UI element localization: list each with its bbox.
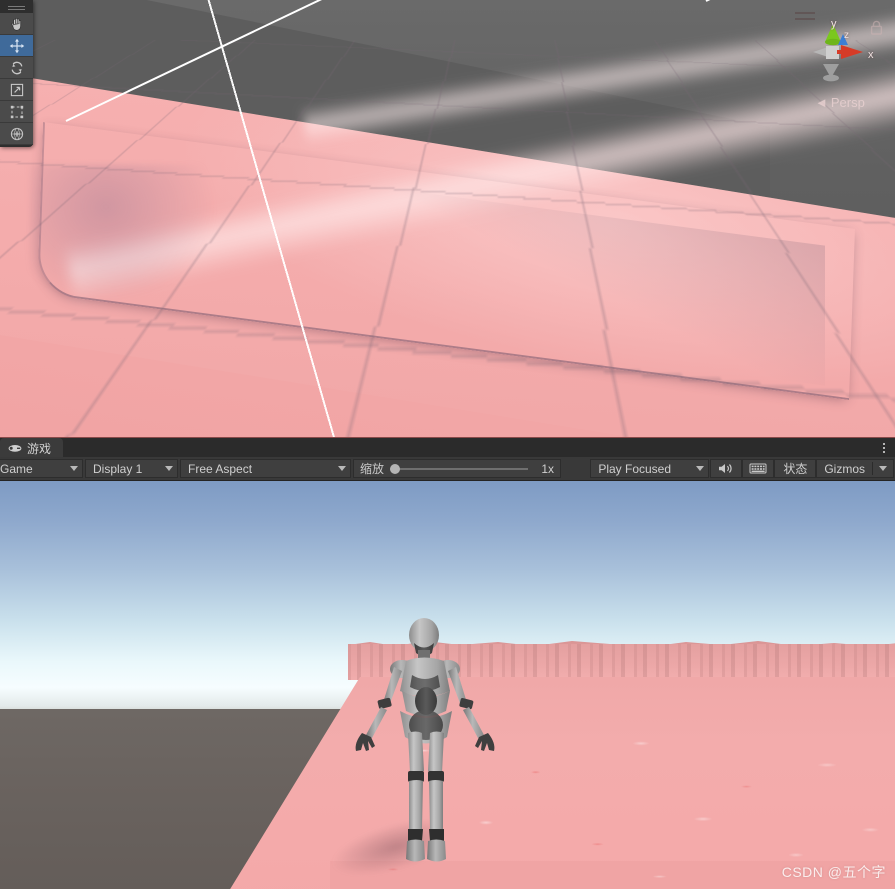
gizmo-projection-toggle[interactable]: ◄ Persp (815, 95, 865, 110)
chevron-down-icon (338, 466, 346, 471)
gizmo-axis-x-label: x (868, 49, 874, 61)
character-thigh-left (408, 731, 424, 773)
scale-slider[interactable] (390, 463, 528, 474)
play-mode-label: Play Focused (598, 461, 672, 476)
gizmos-button[interactable]: Gizmos (816, 459, 894, 478)
gizmo-projection-label: Persp (830, 95, 865, 110)
gizmos-dropdown-arrow[interactable] (873, 466, 893, 471)
game-view-selector-dropdown[interactable]: Game (0, 459, 83, 478)
panel-tab-bar: 游戏 (0, 437, 895, 458)
display-dropdown-label: Display 1 (93, 461, 143, 476)
chevron-down-icon (696, 466, 705, 471)
rect-icon (10, 105, 23, 118)
gizmo-axis-z-label: z (844, 30, 849, 41)
game-view-selector-label: Game (0, 461, 33, 476)
tools-palette-grip[interactable] (0, 0, 33, 13)
scale-icon (10, 83, 23, 96)
gizmos-button-label: Gizmos (824, 461, 865, 476)
lock-icon (870, 20, 883, 35)
game-view[interactable]: CSDN @五个字 (0, 481, 895, 889)
chevron-left-icon: ◄ (815, 95, 828, 110)
gizmo-menu-lines[interactable] (795, 12, 815, 24)
transform-tool-button[interactable] (0, 123, 33, 145)
character-foot-left (406, 839, 425, 862)
chevron-down-icon (879, 466, 887, 471)
terrain-depression (30, 165, 220, 305)
move-icon (9, 38, 24, 53)
watermark-text: CSDN @五个字 (781, 864, 886, 880)
scale-slider-knob[interactable] (390, 463, 401, 474)
chevron-down-icon (70, 466, 78, 471)
rect-tool-button[interactable] (0, 101, 33, 123)
game-view-toolbar: Game Display 1 Free Aspect 缩放 1x Play Fo… (0, 457, 895, 481)
gizmo-lock-button[interactable] (870, 20, 883, 40)
stats-grid-icon (749, 463, 767, 474)
scale-slider-group[interactable]: 缩放 1x (353, 459, 561, 478)
character-head (409, 618, 439, 652)
kebab-menu-icon (883, 443, 885, 445)
gizmo-axis-y-label: y (831, 18, 837, 30)
transform-icon (10, 127, 23, 140)
tab-game[interactable]: 游戏 (0, 438, 64, 458)
rotate-icon (11, 61, 22, 74)
player-character (355, 618, 495, 862)
stats-button[interactable]: 状态 (774, 459, 817, 478)
rotate-tool-button[interactable] (0, 57, 33, 79)
chevron-down-icon (165, 466, 173, 471)
speaker-icon (719, 464, 732, 473)
scene-orientation-gizmo[interactable]: y z x ◄ Persp (789, 6, 883, 110)
tab-bar-spacer (63, 438, 873, 458)
character-foot-right (427, 839, 446, 862)
panel-overflow-menu-button[interactable] (873, 438, 895, 458)
scale-label: 缩放 (360, 462, 385, 476)
character-shin-right (429, 780, 443, 830)
scene-tools-palette[interactable] (0, 0, 33, 147)
play-mode-dropdown[interactable]: Play Focused (590, 459, 710, 478)
stats-grid-button[interactable] (742, 459, 775, 478)
unity-editor-window: y z x ◄ Persp 游戏 Game Display 1 Free Asp… (0, 0, 895, 889)
hand-icon (11, 17, 21, 31)
scale-tool-button[interactable] (0, 79, 33, 101)
tab-game-label: 游戏 (27, 441, 52, 456)
mute-audio-button[interactable] (710, 459, 743, 478)
scale-value: 1x (541, 461, 554, 476)
stats-button-label: 状态 (783, 462, 808, 476)
aspect-ratio-dropdown[interactable]: Free Aspect (180, 459, 351, 478)
character-shin-left (409, 780, 423, 830)
character-thigh-right (428, 731, 444, 773)
display-dropdown[interactable]: Display 1 (85, 459, 178, 478)
hand-tool-button[interactable] (0, 13, 33, 35)
gamepad-icon (8, 445, 22, 452)
move-tool-button[interactable] (0, 35, 33, 57)
scene-view[interactable]: y z x ◄ Persp (0, 0, 895, 437)
aspect-ratio-label: Free Aspect (188, 461, 253, 476)
